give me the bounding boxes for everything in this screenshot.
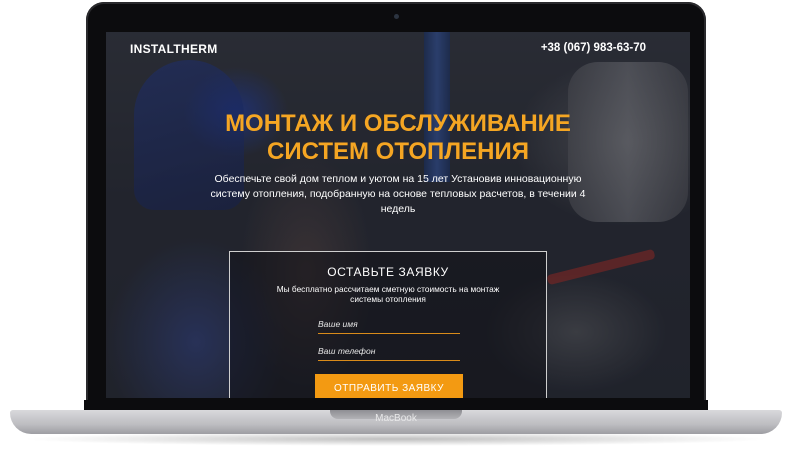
brand-logo[interactable]: INSTALTHERM <box>130 42 218 56</box>
form-description: Мы бесплатно рассчитаем сметную стоимост… <box>276 284 500 304</box>
webcam-icon <box>394 14 399 19</box>
hero-subtitle: Обеспечьте свой дом теплом и уютом на 15… <box>210 173 586 215</box>
form-title: ОСТАВЬТЕ ЗАЯВКУ <box>327 265 449 279</box>
request-form: ОСТАВЬТЕ ЗАЯВКУ Мы бесплатно рассчитаем … <box>229 251 547 398</box>
laptop-shadow <box>20 432 772 446</box>
laptop-screen: INSTALTHERM +38 (067) 983-63-70 МОНТАЖ И… <box>106 32 690 398</box>
phone-input[interactable] <box>318 342 460 361</box>
submit-request-button[interactable]: ОТПРАВИТЬ ЗАЯВКУ <box>315 374 463 398</box>
device-label: MacBook <box>375 413 417 424</box>
hero-title-line-2: СИСТЕМ ОТОПЛЕНИЯ <box>267 138 529 165</box>
header-phone[interactable]: +38 (067) 983-63-70 <box>541 42 646 54</box>
hero-title-line-1: МОНТАЖ И ОБСЛУЖИВАНИЕ <box>225 110 571 137</box>
hero-title: МОНТАЖ И ОБСЛУЖИВАНИЕ СИСТЕМ ОТОПЛЕНИЯ <box>106 110 690 166</box>
name-input[interactable] <box>318 315 460 334</box>
